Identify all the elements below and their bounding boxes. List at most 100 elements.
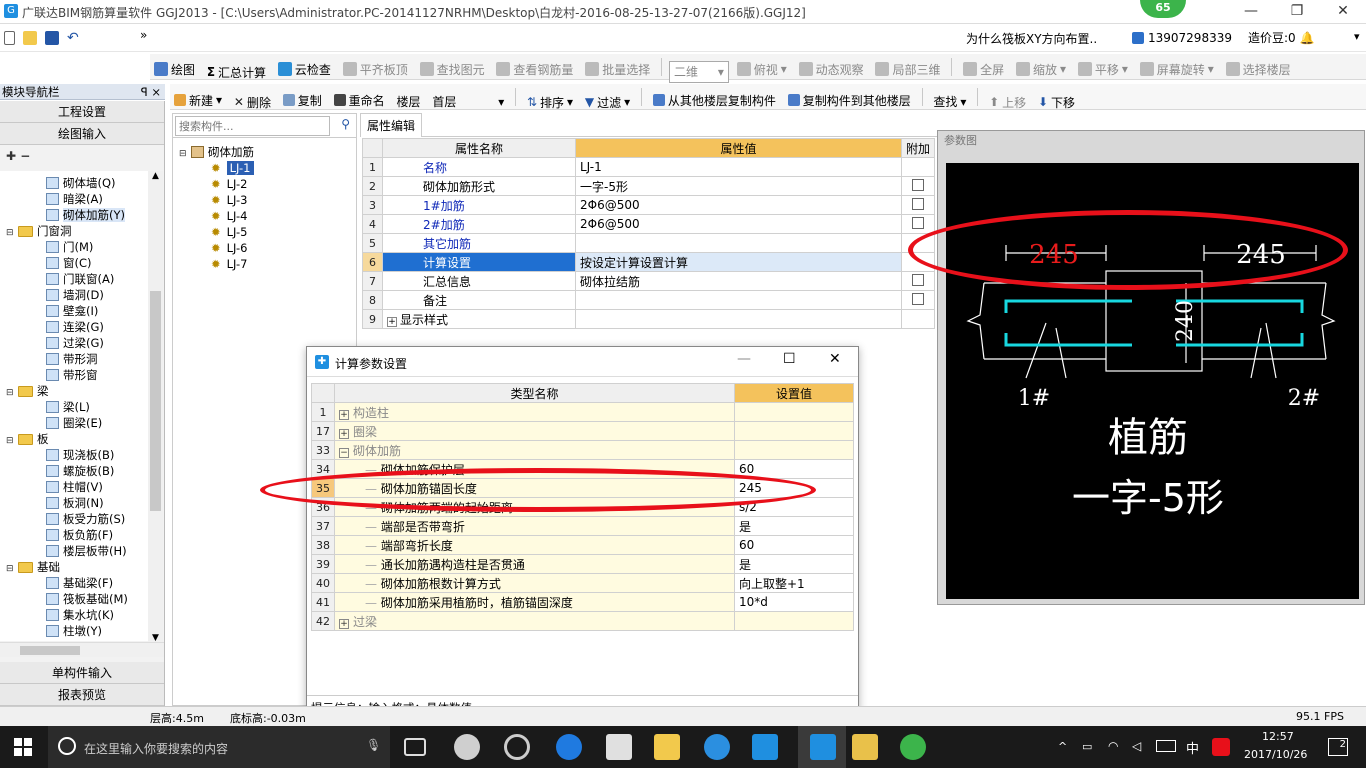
extra-checkbox[interactable] [912, 216, 924, 229]
filter-button[interactable]: ▼ 过滤 ▾ [581, 91, 634, 113]
pan-button[interactable]: 平移 ▾ [1074, 58, 1132, 80]
copy-button[interactable]: 复制 [279, 89, 326, 111]
file-explorer-icon[interactable] [654, 734, 680, 760]
delete-button[interactable]: ✕ 删除 [230, 91, 275, 113]
clock-date[interactable]: 2017/10/26 [1244, 748, 1307, 761]
property-value[interactable] [575, 309, 902, 329]
param-group-row[interactable]: 42 + 过梁 [311, 611, 854, 631]
param-row[interactable]: 40— 砌体加筋根数计算方式 向上取整+1 [311, 573, 854, 593]
tree-item[interactable]: 螺旋板(B) [0, 463, 148, 479]
component-search-input[interactable] [175, 116, 330, 136]
tree-item[interactable]: 楼层板带(H) [0, 543, 148, 559]
copy-to-other-floor-button[interactable]: 复制构件到其他楼层 [784, 89, 915, 111]
undo-icon[interactable]: ↶ [67, 30, 79, 46]
green-app-icon[interactable] [900, 734, 926, 760]
property-row[interactable]: 8 备注 [362, 290, 936, 310]
dynamic-view-button[interactable]: 动态观察 [795, 58, 868, 80]
tree-item[interactable]: 带形洞 [0, 351, 148, 367]
clock-time[interactable]: 12:57 [1262, 730, 1294, 743]
tree-item[interactable]: 板受力筋(S) [0, 511, 148, 527]
find-button[interactable]: 查找 ▾ [929, 91, 970, 113]
open-folder-icon[interactable] [23, 31, 37, 45]
property-value[interactable]: 按设定计算设置计算 [575, 252, 902, 272]
param-row[interactable]: 41— 砌体加筋采用植筋时，植筋锚固深度 10*d [311, 592, 854, 612]
pin-close-icon[interactable]: ꟼ × [141, 84, 161, 100]
tree-scrollbar[interactable]: ▲ ▼ [148, 171, 163, 643]
close-button[interactable]: ✕ [1320, 0, 1366, 24]
tree-hscrollbar[interactable] [0, 642, 164, 657]
collapse-icon[interactable]: ⊟ [6, 565, 15, 574]
nav-draw-input[interactable]: 绘图输入 [0, 123, 164, 145]
windows-start-icon[interactable] [14, 738, 32, 756]
param-value[interactable]: 10*d [734, 592, 854, 612]
align-slab-top-button[interactable]: 平齐板顶 [339, 58, 412, 80]
cloud-check-button[interactable]: 云检查 [274, 58, 335, 80]
tree-folder[interactable]: ⊟ 板 [0, 431, 148, 447]
edge-browser-icon[interactable] [556, 734, 582, 760]
fullscreen-button[interactable]: 全屏 [959, 58, 1008, 80]
tree-folder[interactable]: ⊟ 基础 [0, 559, 148, 575]
ggj-app-icon[interactable] [810, 734, 836, 760]
property-value[interactable]: 砌体拉结筋 [575, 271, 902, 291]
glodon-g-icon[interactable] [752, 734, 778, 760]
extra-checkbox[interactable] [912, 292, 924, 305]
param-value[interactable] [734, 440, 854, 460]
minimize-button[interactable]: — [1228, 0, 1274, 24]
component-item[interactable]: ✹ LJ-6 [211, 240, 356, 256]
zoom-button[interactable]: 缩放 ▾ [1012, 58, 1070, 80]
app-g-icon[interactable] [504, 734, 530, 760]
param-value[interactable] [734, 421, 854, 441]
search-icon[interactable]: ⚲ [341, 117, 350, 131]
toolbar-overflow-icon[interactable]: » [140, 28, 147, 42]
tree-item[interactable]: 基础梁(F) [0, 575, 148, 591]
property-row[interactable]: 9 + 显示样式 [362, 309, 936, 329]
ie-browser-icon[interactable] [704, 734, 730, 760]
param-value[interactable]: 是 [734, 554, 854, 574]
param-group-row[interactable]: 33− 砌体加筋 [311, 440, 854, 460]
store-icon[interactable] [606, 734, 632, 760]
select-floor-button[interactable]: 选择楼层 [1222, 58, 1295, 80]
summary-calc-button[interactable]: Σ 汇总计算 [203, 61, 270, 83]
user-account[interactable]: 13907298339 [1148, 31, 1232, 45]
new-button[interactable]: 新建 ▾ [170, 89, 226, 111]
tree-item[interactable]: 集水坑(K) [0, 607, 148, 623]
bell-icon[interactable]: 🔔 [1300, 31, 1315, 45]
nav-project-settings[interactable]: 工程设置 [0, 101, 164, 123]
view-rebar-button[interactable]: 查看钢筋量 [492, 58, 577, 80]
tray-chevron-icon[interactable]: ^ [1058, 740, 1067, 753]
extra-checkbox[interactable] [912, 197, 924, 210]
property-value[interactable]: 2Φ6@500 [575, 214, 902, 234]
property-value[interactable]: LJ-1 [575, 157, 902, 177]
group-toggle-icon[interactable]: + [339, 428, 349, 439]
move-down-button[interactable]: ⬇ 下移 [1034, 91, 1079, 113]
action-center-icon[interactable]: 2 [1328, 738, 1348, 756]
keyboard-icon[interactable] [1156, 740, 1176, 752]
tree-item[interactable]: 墙洞(D) [0, 287, 148, 303]
param-value[interactable]: 是 [734, 516, 854, 536]
price-beans[interactable]: 造价豆:0 [1248, 29, 1296, 46]
sort-button[interactable]: ⇅ 排序 ▾ [523, 91, 577, 113]
param-value[interactable] [734, 611, 854, 631]
tree-item[interactable]: 梁(L) [0, 399, 148, 415]
component-item[interactable]: ✹ LJ-4 [211, 208, 356, 224]
property-row[interactable]: 2 砌体加筋形式 一字-5形 [362, 176, 936, 196]
component-root[interactable]: ⊟ 砌体加筋 [179, 144, 356, 160]
dialog-minimize-button[interactable]: — [737, 351, 751, 367]
param-value[interactable]: 60 [734, 535, 854, 555]
tree-item[interactable]: 砌体墙(Q) [0, 175, 148, 191]
battery-icon[interactable]: ▭ [1082, 740, 1092, 753]
property-row[interactable]: 6 计算设置 按设定计算设置计算 [362, 252, 936, 272]
component-item[interactable]: ✹ LJ-2 [211, 176, 356, 192]
property-value[interactable]: 2Φ6@500 [575, 195, 902, 215]
group-toggle-icon[interactable]: − [339, 447, 349, 458]
property-value[interactable] [575, 290, 902, 310]
nav-report-preview[interactable]: 报表预览 [0, 684, 164, 706]
param-row[interactable]: 37— 端部是否带弯折是 [311, 516, 854, 536]
tree-item[interactable]: 带形窗 [0, 367, 148, 383]
dialog-maximize-button[interactable]: ☐ [783, 351, 796, 367]
collapse-icon[interactable]: ⊟ [6, 229, 15, 238]
param-row[interactable]: 39— 通长加筋遇构造柱是否贯通是 [311, 554, 854, 574]
draw-button[interactable]: 绘图 [150, 58, 199, 80]
tree-item[interactable]: 圈梁(E) [0, 415, 148, 431]
group-toggle-icon[interactable]: + [339, 618, 349, 629]
